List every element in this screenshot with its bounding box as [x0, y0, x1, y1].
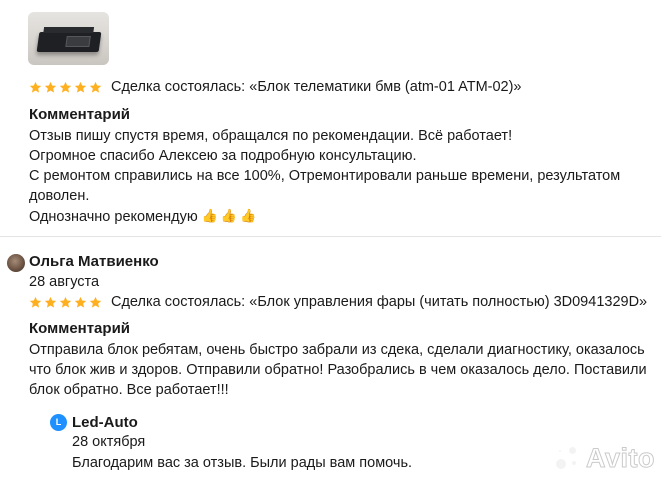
deal-item-link[interactable]: «Блок телематики бмв (atm-01 ATM-02)» [249, 79, 521, 95]
reply-date: 28 октября [72, 434, 146, 450]
seller-avatar[interactable]: L [50, 414, 67, 431]
review-author[interactable]: Ольга Матвиенко [29, 253, 159, 270]
deal-row: Сделка состоялась: «Блок управления фары… [29, 294, 647, 310]
rating-stars [29, 296, 102, 309]
review-line: что блок жив и здоров. Отправили обратно… [29, 362, 647, 378]
star-icon [29, 296, 42, 308]
review-date: 28 августа [29, 274, 100, 290]
product-image [36, 32, 102, 52]
avatar[interactable] [7, 254, 25, 272]
review-line: Отправила блок ребятам, очень быстро заб… [29, 342, 645, 358]
star-icon [74, 81, 87, 93]
avito-watermark: Avito [553, 443, 655, 474]
review-photo-thumbnail[interactable] [28, 12, 109, 65]
review-line: С ремонтом справились на все 100%, Отрем… [29, 168, 621, 184]
star-icon [74, 296, 87, 308]
comment-heading: Комментарий [29, 106, 131, 123]
watermark-text: Avito [586, 443, 656, 474]
star-icon [59, 296, 72, 308]
deal-item-link[interactable]: «Блок управления фары (читать полностью)… [249, 294, 647, 310]
reply-text: Благодарим вас за отзыв. Были рады вам п… [72, 455, 413, 471]
review-line: доволен. [29, 188, 90, 204]
avito-logo-icon [553, 444, 583, 474]
review-line: Отзыв пишу спустя время, обращался по ре… [29, 128, 513, 144]
review-text: Отзыв пишу спустя время, обращался по ре… [29, 126, 620, 226]
review-line: Огромное спасибо Алексею за подробную ко… [29, 148, 417, 164]
review-divider [0, 236, 661, 237]
review-text: Отправила блок ребятам, очень быстро заб… [29, 340, 647, 400]
deal-row: Сделка состоялась: «Блок телематики бмв … [29, 79, 522, 95]
review-line: блок обратно. Все работает!!! [29, 382, 229, 398]
review-line: Однозначно рекомендую 👍👍👍 [29, 208, 260, 225]
thumbs-up-icon: 👍👍👍 [201, 208, 260, 223]
star-icon [59, 81, 72, 93]
star-icon [89, 296, 102, 308]
star-icon [89, 81, 102, 93]
rating-stars [29, 81, 102, 94]
deal-label: Сделка состоялась: [111, 294, 246, 310]
seller-name[interactable]: Led-Auto [72, 414, 138, 431]
comment-heading: Комментарий [29, 320, 131, 337]
deal-label: Сделка состоялась: [111, 79, 246, 95]
star-icon [44, 81, 57, 93]
star-icon [29, 81, 42, 93]
star-icon [44, 296, 57, 308]
